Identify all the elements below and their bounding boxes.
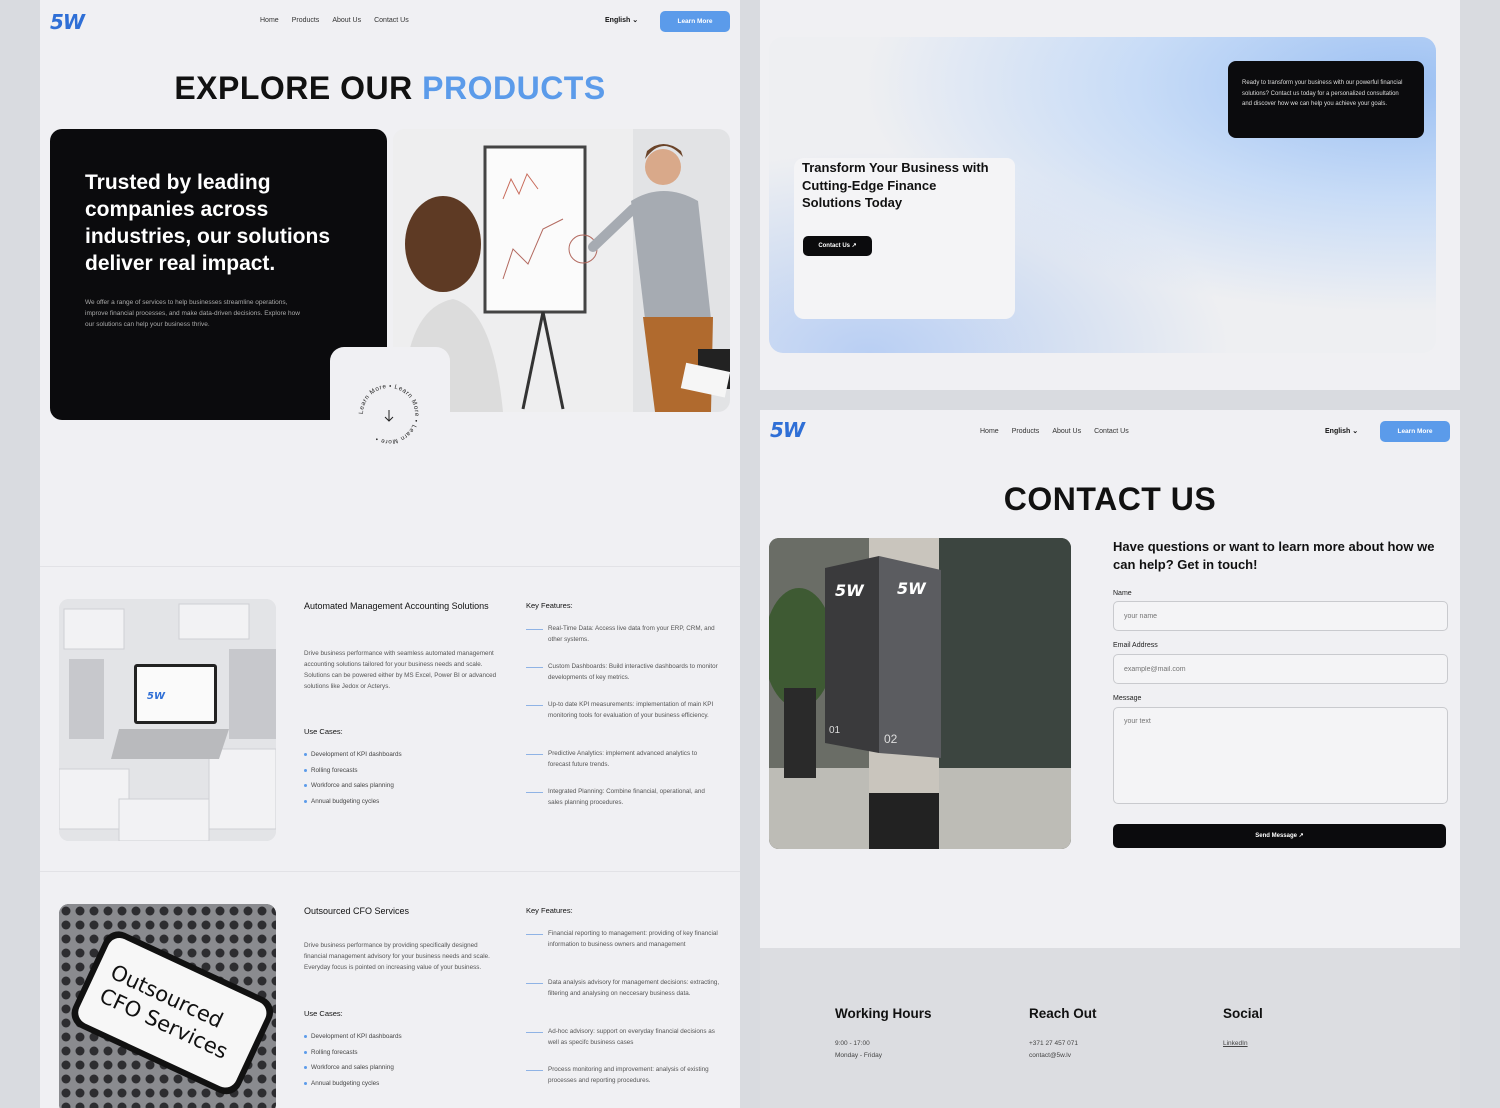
contact-us-button[interactable]: Contact Us ↗ bbox=[803, 236, 872, 256]
language-label: English bbox=[1325, 428, 1351, 435]
email-label: Email Address bbox=[1113, 642, 1158, 649]
feature-item: Up-to date KPI measurements: implementat… bbox=[526, 700, 721, 749]
nav-contact[interactable]: Contact Us bbox=[1094, 428, 1129, 435]
name-input[interactable] bbox=[1113, 601, 1448, 631]
list-item: Rolling forecasts bbox=[304, 1049, 402, 1065]
days-line: Monday - Friday bbox=[835, 1052, 882, 1059]
hero-description: We offer a range of services to help bus… bbox=[85, 299, 300, 328]
product-description: Drive business performance with seamless… bbox=[304, 650, 497, 690]
top-nav: 5W Home Products About Us Contact Us Eng… bbox=[760, 410, 1460, 454]
language-label: English bbox=[605, 17, 631, 24]
title-part1: EXPLORE OUR bbox=[174, 70, 413, 106]
cta-section: Ready to transform your business with ou… bbox=[760, 0, 1460, 390]
learn-more-button[interactable]: Learn More bbox=[660, 11, 730, 32]
use-cases-title: Use Cases: bbox=[304, 727, 343, 736]
feature-item: Ad-hoc advisory: support on everyday fin… bbox=[526, 1027, 721, 1065]
nav-contact[interactable]: Contact Us bbox=[374, 17, 409, 24]
nav-about[interactable]: About Us bbox=[332, 17, 361, 24]
message-label: Message bbox=[1113, 695, 1142, 702]
brand-logo[interactable]: 5W bbox=[770, 418, 805, 442]
hours-line: 9:00 - 17:00 bbox=[835, 1040, 870, 1047]
nav-products[interactable]: Products bbox=[292, 17, 320, 24]
learn-more-button[interactable]: Learn More bbox=[1380, 421, 1450, 442]
list-item: Annual budgeting cycles bbox=[304, 1080, 402, 1096]
sign-logo: 5W bbox=[835, 581, 865, 600]
product-title: Automated Management Accounting Solution… bbox=[304, 601, 489, 611]
footer: Working Hours 9:00 - 17:00 Monday - Frid… bbox=[760, 948, 1460, 1108]
list-item: Rolling forecasts bbox=[304, 767, 402, 783]
list-item: Development of KPI dashboards bbox=[304, 1033, 402, 1049]
chevron-down-icon: ⌄ bbox=[632, 17, 639, 24]
linkedin-link[interactable]: LinkedIn bbox=[1223, 1040, 1248, 1047]
feature-item: Financial reporting to management: provi… bbox=[526, 929, 721, 978]
feature-item: Process monitoring and improvement: anal… bbox=[526, 1065, 721, 1095]
nav-home[interactable]: Home bbox=[980, 428, 999, 435]
phone-number[interactable]: +371 27 457 071 bbox=[1029, 1040, 1078, 1047]
reach-out-title: Reach Out bbox=[1029, 1006, 1097, 1021]
list-item: Development of KPI dashboards bbox=[304, 751, 402, 767]
contact-page: 5W Home Products About Us Contact Us Eng… bbox=[760, 410, 1460, 1108]
features-list: Financial reporting to management: provi… bbox=[526, 929, 721, 1095]
sign-logo: 5W bbox=[897, 579, 927, 598]
feature-item: Real-Time Data: Access live data from yo… bbox=[526, 624, 721, 662]
page-title: CONTACT US bbox=[1003, 481, 1217, 517]
list-item: Workforce and sales planning bbox=[304, 1064, 402, 1080]
language-selector[interactable]: English ⌄ bbox=[605, 16, 638, 24]
list-item: Annual budgeting cycles bbox=[304, 798, 402, 814]
product-description: Drive business performance by providing … bbox=[304, 942, 490, 971]
products-page: 5W Home Products About Us Contact Us Eng… bbox=[40, 0, 740, 1108]
nav-links: Home Products About Us Contact Us bbox=[980, 428, 1129, 435]
learn-more-circle[interactable]: Learn More • Learn More • Learn More • bbox=[353, 378, 425, 450]
feature-item: Integrated Planning: Combine financial, … bbox=[526, 787, 721, 817]
feature-item: Predictive Analytics: implement advanced… bbox=[526, 749, 721, 787]
feature-item: Data analysis advisory for management de… bbox=[526, 978, 721, 1027]
nav-links: Home Products About Us Contact Us bbox=[260, 17, 409, 24]
office-sign-photo: 5W 5W 01 02 bbox=[769, 538, 1071, 849]
product-title: Outsourced CFO Services bbox=[304, 906, 410, 916]
sign-number: 02 bbox=[884, 732, 898, 746]
product-image-cfo: OutsourcedCFO Services bbox=[59, 904, 276, 1108]
page-title: EXPLORE OUR PRODUCTS bbox=[40, 70, 740, 107]
nav-products[interactable]: Products bbox=[1012, 428, 1040, 435]
contact-heading: Have questions or want to learn more abo… bbox=[1113, 539, 1435, 572]
send-message-button[interactable]: Send Message ↗ bbox=[1113, 824, 1446, 848]
email-address[interactable]: contact@5w.lv bbox=[1029, 1052, 1071, 1059]
arrow-down-icon bbox=[384, 410, 394, 422]
language-selector[interactable]: English ⌄ bbox=[1325, 427, 1358, 435]
cta-note: Ready to transform your business with ou… bbox=[1228, 61, 1424, 138]
nav-about[interactable]: About Us bbox=[1052, 428, 1081, 435]
brand-logo[interactable]: 5W bbox=[50, 10, 85, 34]
use-cases-list: Development of KPI dashboards Rolling fo… bbox=[304, 1033, 402, 1096]
nav-home[interactable]: Home bbox=[260, 17, 279, 24]
sign-number: 01 bbox=[829, 725, 841, 736]
email-input[interactable] bbox=[1113, 654, 1448, 684]
feature-item: Custom Dashboards: Build interactive das… bbox=[526, 662, 721, 700]
section-divider bbox=[40, 566, 740, 567]
features-title: Key Features: bbox=[526, 906, 573, 915]
social-title: Social bbox=[1223, 1006, 1263, 1021]
features-title: Key Features: bbox=[526, 601, 573, 610]
name-label: Name bbox=[1113, 590, 1132, 597]
working-hours-title: Working Hours bbox=[835, 1006, 932, 1021]
title-accent: PRODUCTS bbox=[422, 70, 606, 106]
section-divider bbox=[40, 871, 740, 872]
cta-title: Transform Your Business with Cutting-Edg… bbox=[802, 160, 989, 210]
use-cases-title: Use Cases: bbox=[304, 1009, 343, 1018]
list-item: Workforce and sales planning bbox=[304, 782, 402, 798]
message-textarea[interactable] bbox=[1113, 707, 1448, 804]
features-list: Real-Time Data: Access live data from yo… bbox=[526, 624, 721, 817]
chevron-down-icon: ⌄ bbox=[1352, 428, 1359, 435]
top-nav: 5W Home Products About Us Contact Us Eng… bbox=[40, 0, 740, 44]
hero-title: Trusted by leading companies across indu… bbox=[85, 171, 331, 275]
product-image-accounting: 5W bbox=[59, 599, 276, 841]
use-cases-list: Development of KPI dashboards Rolling fo… bbox=[304, 751, 402, 814]
laptop-logo: 5W bbox=[147, 691, 166, 702]
